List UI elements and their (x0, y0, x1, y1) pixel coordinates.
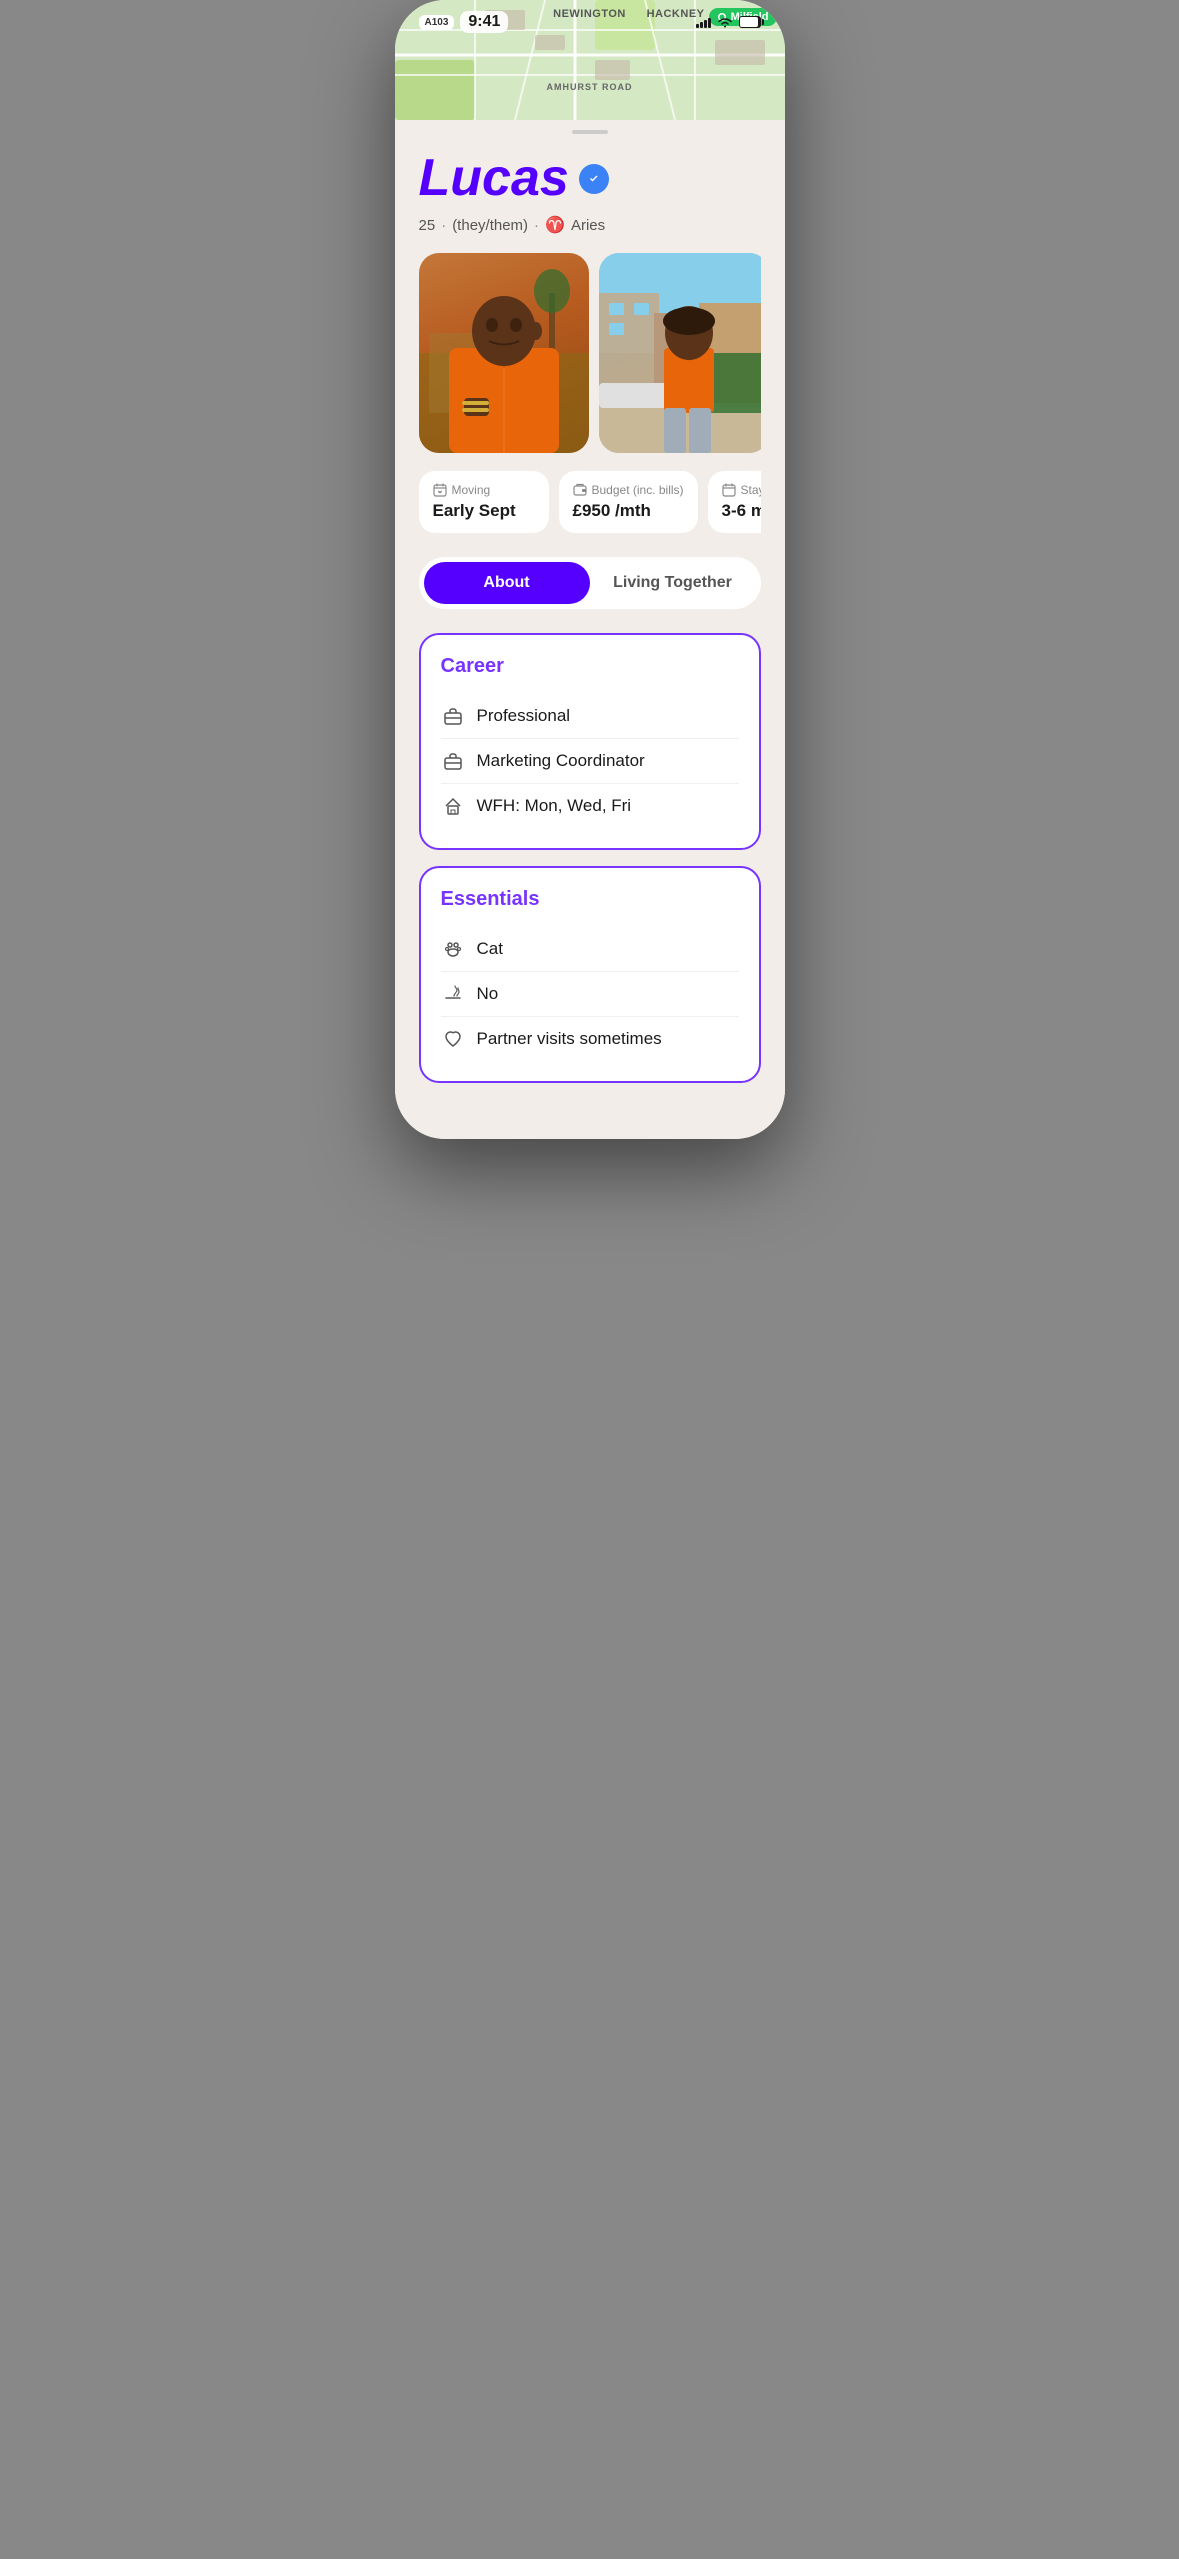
moving-value: Early Sept (433, 501, 535, 521)
living-together-tab[interactable]: Living Together (590, 562, 756, 604)
essentials-cat: Cat (477, 939, 503, 959)
wallet-icon (573, 483, 587, 497)
age: 25 (419, 217, 436, 234)
career-item-1: Professional (441, 694, 739, 739)
stay-label: Stay (722, 483, 761, 497)
status-bar: A103 9:41 (395, 0, 785, 44)
briefcase-icon-2 (441, 749, 465, 773)
essentials-smoking: No (477, 984, 499, 1004)
name-row: Lucas (419, 150, 761, 207)
essentials-title: Essentials (441, 888, 739, 911)
budget-value: £950 /mth (573, 501, 684, 521)
photos-row (419, 253, 761, 453)
essentials-item-1: Cat (441, 927, 739, 972)
essentials-partner: Partner visits sometimes (477, 1029, 662, 1049)
career-item-2: Marketing Coordinator (441, 739, 739, 784)
smoke-icon (441, 982, 465, 1006)
profile-meta: 25 · (they/them) · ♈ Aries (419, 215, 761, 235)
wifi-icon (717, 16, 733, 28)
photo-2[interactable] (599, 253, 761, 453)
career-section: Career Professional (419, 633, 761, 850)
career-item-3: WFH: Mon, Wed, Fri (441, 784, 739, 828)
photo-1[interactable] (419, 253, 589, 453)
star-sign-symbol: ♈ (545, 215, 565, 235)
briefcase-icon-1 (441, 704, 465, 728)
signal-icon (696, 16, 711, 28)
budget-card: Budget (inc. bills) £950 /mth (559, 471, 698, 533)
career-wfh: WFH: Mon, Wed, Fri (477, 796, 632, 816)
career-title: Career (441, 655, 739, 678)
heart-icon (441, 1027, 465, 1051)
moving-label: Moving (433, 483, 535, 497)
star-sign: Aries (571, 217, 605, 234)
map-label-amhurst: AMHURST ROAD (547, 82, 633, 92)
phone-frame: NEWINGTON HACKNEY AMHURST ROAD Milfield … (395, 0, 785, 1139)
budget-label: Budget (inc. bills) (573, 483, 684, 497)
main-content: Lucas 25 · (they/them) · ♈ Aries (395, 134, 785, 1139)
road-label: A103 (419, 15, 455, 30)
heart-calendar-icon (433, 483, 447, 497)
battery-icon (739, 16, 761, 28)
tab-selector: About Living Together (419, 557, 761, 609)
essentials-section: Essentials Cat (419, 866, 761, 1083)
home-icon (441, 794, 465, 818)
verified-badge (579, 164, 609, 194)
career-role: Marketing Coordinator (477, 751, 645, 771)
stay-value: 3-6 months (722, 501, 761, 521)
status-time: 9:41 (460, 11, 508, 33)
info-cards: Moving Early Sept Budget (inc. bills) £9… (419, 471, 761, 533)
about-tab[interactable]: About (424, 562, 590, 604)
paw-icon (441, 937, 465, 961)
pronouns: (they/them) (452, 217, 528, 234)
essentials-item-3: Partner visits sometimes (441, 1017, 739, 1061)
stay-card: Stay 3-6 months (708, 471, 761, 533)
calendar-icon (722, 483, 736, 497)
essentials-item-2: No (441, 972, 739, 1017)
moving-card: Moving Early Sept (419, 471, 549, 533)
profile-name: Lucas (419, 150, 569, 207)
career-professional: Professional (477, 706, 571, 726)
map-area: NEWINGTON HACKNEY AMHURST ROAD Milfield … (395, 0, 785, 120)
status-icons (696, 16, 761, 28)
